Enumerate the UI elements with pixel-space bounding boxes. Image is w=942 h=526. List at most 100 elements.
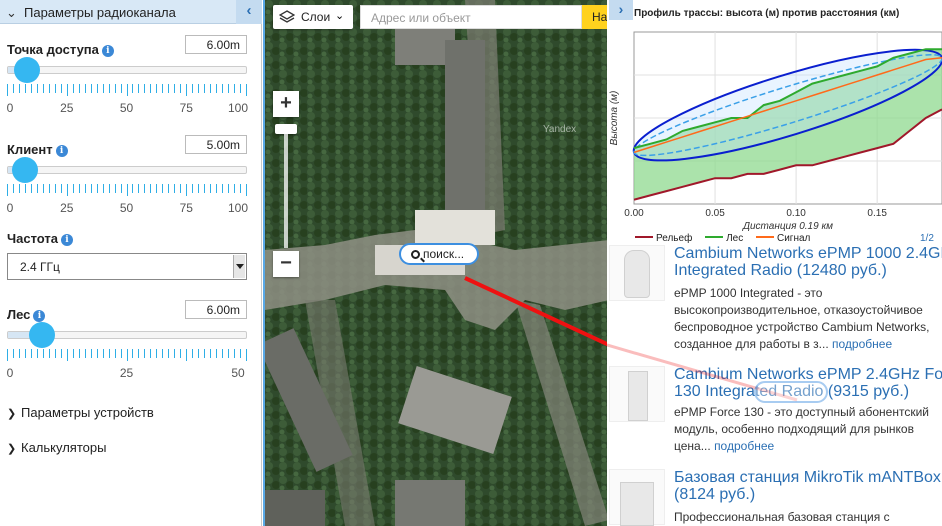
device-params-accordion[interactable]: ❯ Параметры устройств <box>7 405 154 420</box>
slider-tick <box>228 349 230 358</box>
access-point-label: Точка доступа i <box>7 42 114 57</box>
client-label-text: Клиент <box>7 142 53 157</box>
slider-tick <box>204 184 206 193</box>
search-pin[interactable]: поиск... <box>399 243 479 265</box>
product-name[interactable]: Базовая станция MikroTik mANTBox (8124 ру… <box>674 469 942 503</box>
slider-tick <box>108 84 110 93</box>
radio-params-panel: ⌄ Параметры радиоканала ‹ Точка доступа i… <box>0 0 262 526</box>
legend-swatch <box>635 236 653 238</box>
slider-tick <box>144 84 146 93</box>
slider-tick <box>18 84 20 93</box>
product-image[interactable] <box>609 245 665 301</box>
product-name-line: Cambium Networks ePMP 2.4GHz Force <box>674 366 942 383</box>
calculators-accordion[interactable]: ❯ Калькуляторы <box>7 440 106 455</box>
client-height-input[interactable]: 5.00m <box>185 135 247 154</box>
slider-tick-label: 100 <box>227 201 249 215</box>
slider-tick-label: 0 <box>6 366 14 380</box>
product-name[interactable]: Cambium Networks ePMP 1000 2.4GHz Integra… <box>674 245 942 279</box>
legend-item-forest[interactable]: Лес <box>705 233 743 244</box>
info-icon[interactable]: i <box>101 45 114 57</box>
slider-tick <box>18 349 20 358</box>
slider-tick <box>210 349 212 358</box>
slider-tick <box>180 84 182 93</box>
slider-tick <box>102 184 104 193</box>
slider-tick <box>24 84 26 93</box>
access-point-slider-track[interactable] <box>7 66 247 74</box>
slider-tick <box>78 184 80 193</box>
product-name[interactable]: Cambium Networks ePMP 2.4GHz Force 130 In… <box>674 366 942 400</box>
slider-tick <box>72 349 74 358</box>
info-icon[interactable]: i <box>33 310 46 322</box>
slider-tick <box>42 184 44 193</box>
app-root: ⌄ Параметры радиоканала ‹ Точка доступа i… <box>0 0 942 526</box>
slider-tick <box>216 184 218 193</box>
slider-tick <box>204 349 206 358</box>
product-desc: ePMP Force 130 - это доступный абонентск… <box>674 404 929 455</box>
slider-tick <box>192 84 194 93</box>
info-icon[interactable]: i <box>61 234 74 246</box>
product-desc-line: беспроводное устройство Cambium Networks… <box>674 320 930 334</box>
legend-item-signal[interactable]: Сигнал <box>755 233 810 244</box>
product-more-link[interactable]: подробнее <box>832 337 892 351</box>
product-image[interactable] <box>609 366 665 422</box>
chart-legend: Рельеф Лес Сигнал <box>635 233 820 244</box>
legend-pager[interactable]: 1/2 <box>920 233 934 244</box>
slider-tick <box>84 184 86 193</box>
product-more-link[interactable]: подробнее <box>714 439 774 453</box>
product-device-shape <box>628 371 648 421</box>
slider-tick <box>192 184 194 193</box>
slider-tick <box>168 349 170 358</box>
client-label: Клиент i <box>7 142 68 157</box>
slider-tick <box>18 184 20 193</box>
product-desc-line: высокопроизводительное, отказоустойчивое <box>674 303 923 317</box>
product-desc-line: цена... <box>674 439 711 453</box>
slider-tick <box>24 184 26 193</box>
slider-tick <box>198 349 200 358</box>
slider-tick <box>120 184 122 193</box>
slider-tick <box>234 349 236 358</box>
slider-tick <box>246 84 247 96</box>
forest-slider-thumb[interactable] <box>28 322 55 348</box>
slider-tick <box>36 84 38 93</box>
slider-tick <box>24 349 26 358</box>
product-image[interactable] <box>609 469 665 526</box>
info-icon[interactable]: i <box>55 145 68 157</box>
slider-tick <box>120 349 122 358</box>
legend-item-relief[interactable]: Рельеф <box>635 233 692 244</box>
path-profile-chart: 0.00 0.05 0.10 0.15 Дистанция 0.19 км Высота … <box>609 31 942 232</box>
slider-tick <box>216 84 218 93</box>
product-device-shape <box>620 482 654 526</box>
access-point-height-input[interactable]: 6.00m <box>185 35 247 54</box>
forest-height-input[interactable]: 6.00m <box>185 300 247 319</box>
product-desc-line: ePMP 1000 Integrated - это <box>674 286 823 300</box>
product-desc: Профессиональная базовая станция с <box>674 509 890 526</box>
access-point-slider-thumb[interactable] <box>14 57 41 83</box>
slider-tick <box>174 349 176 358</box>
satellite-map[interactable]: Слои ⌄ Адрес или объект Найти + − Yandex… <box>263 0 607 526</box>
slider-tick <box>234 84 236 93</box>
slider-tick <box>54 349 56 358</box>
slider-tick <box>42 349 44 358</box>
frequency-label: Частота i <box>7 231 74 246</box>
slider-tick <box>132 349 134 358</box>
collapse-panel-button[interactable]: ‹ <box>236 0 262 24</box>
chevron-left-icon: ‹ <box>246 2 252 19</box>
slider-tick <box>120 84 122 93</box>
pin-label: поиск... <box>423 247 465 261</box>
panel-header[interactable]: ⌄ Параметры радиоканала ‹ <box>0 0 262 24</box>
slider-tick <box>210 84 212 93</box>
slider-tick <box>192 349 194 358</box>
slider-tick <box>84 349 86 358</box>
slider-tick <box>7 349 8 361</box>
slider-tick <box>7 184 8 196</box>
slider-tick <box>36 349 38 358</box>
expand-map-button[interactable]: › <box>609 0 633 20</box>
search-icon <box>411 250 420 259</box>
product-desc-line: созданное для работы в з... <box>674 337 829 351</box>
slider-tick <box>30 349 32 358</box>
dropdown-arrow-icon[interactable] <box>233 255 245 278</box>
frequency-select[interactable]: 2.4 ГГц <box>7 253 247 280</box>
client-slider-track[interactable] <box>7 166 247 174</box>
chart-title: Профиль трассы: высота (м) против рассто… <box>634 8 900 19</box>
client-slider-thumb[interactable] <box>12 157 38 183</box>
